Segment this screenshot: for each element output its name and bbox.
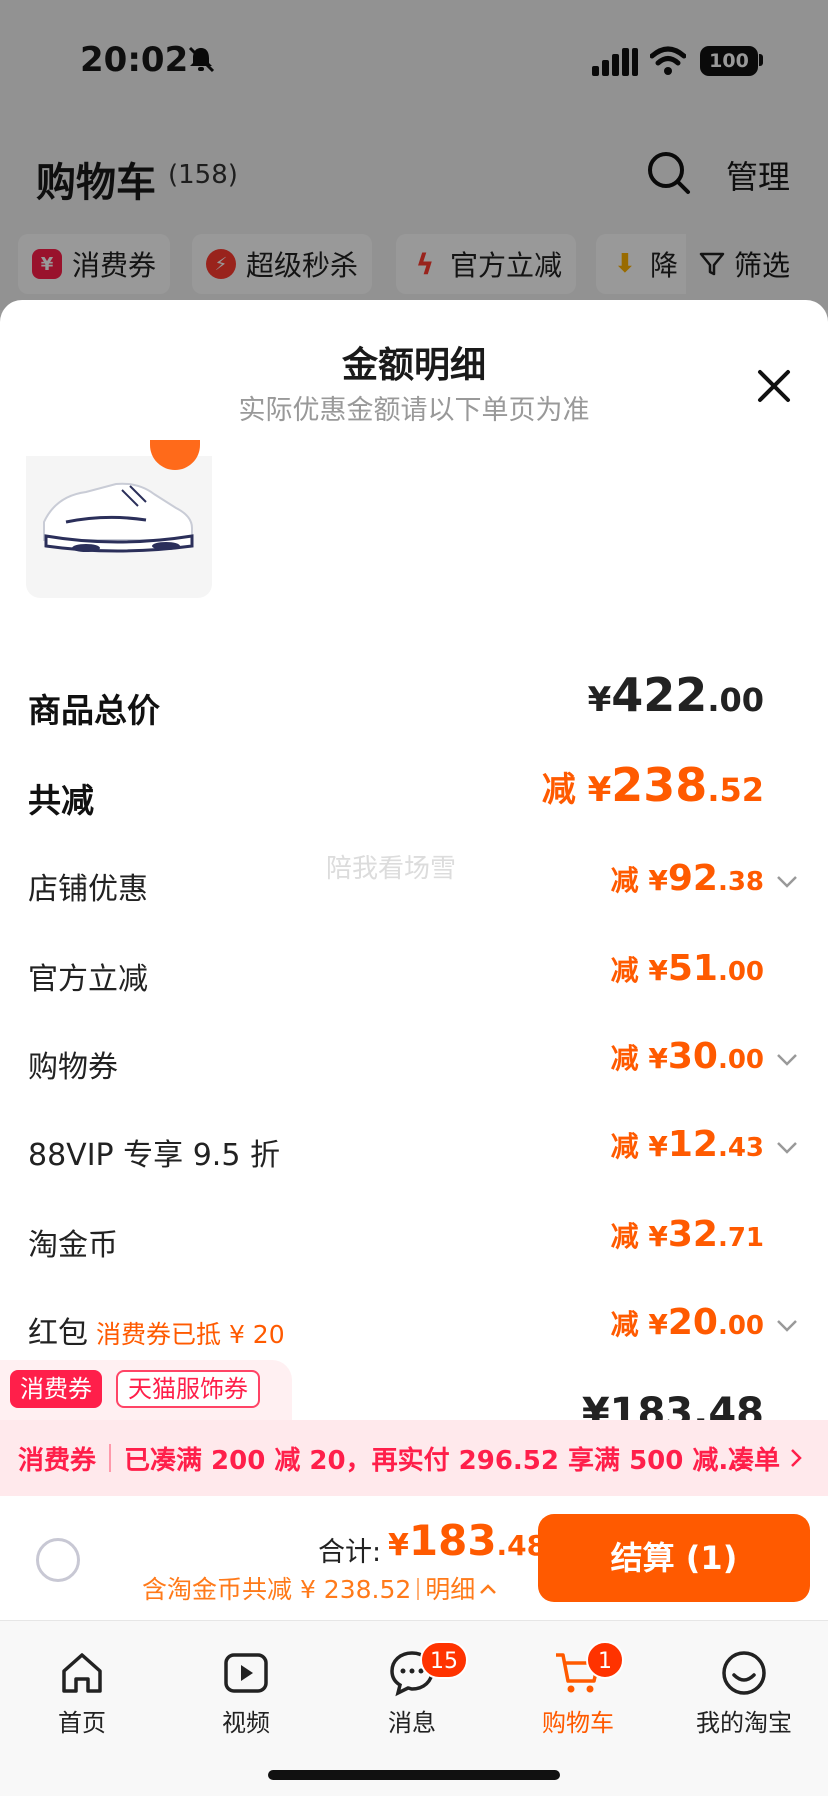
currency: 减 ¥ — [610, 1130, 668, 1163]
home-indicator — [268, 1770, 560, 1780]
promo-bar[interactable]: 消费券 已凑满 200 减 20，再实付 296.52 享满 500 减... … — [0, 1420, 828, 1496]
tab-home[interactable]: 首页 — [22, 1633, 142, 1743]
chevron-right-icon — [791, 1449, 802, 1467]
sum-label: 合计: — [318, 1537, 382, 1568]
amount-int: 32 — [667, 1214, 718, 1255]
amount-int: 238 — [611, 758, 708, 812]
amount-int: 12 — [667, 1124, 718, 1165]
row-red-packet[interactable]: 红包 消费券已抵 ¥ 20 减 ¥20.00 — [28, 1298, 800, 1358]
promo-divider — [109, 1444, 111, 1472]
row-value: 减 ¥20.00 — [611, 1302, 764, 1343]
tab-label: 购物车 — [542, 1709, 614, 1737]
currency: ¥ — [587, 680, 612, 720]
row-total-saving: 共减 减 ¥238.52 — [28, 758, 800, 824]
tab-video[interactable]: 视频 — [186, 1633, 306, 1743]
amount-detail-sheet: 金额明细 实际优惠金额请以下单页为准 陪我看场雪 商品总价 ¥422.00 共减… — [0, 300, 828, 1496]
detail-toggle[interactable]: 明细 — [425, 1575, 475, 1604]
amount-dec: .38 — [717, 867, 764, 897]
amount-dec: .71 — [717, 1223, 764, 1253]
profile-icon — [722, 1651, 766, 1695]
row-note: 消费券已抵 ¥ 20 — [96, 1320, 285, 1349]
currency: 减 ¥ — [610, 954, 668, 987]
currency: 减 ¥ — [610, 864, 668, 897]
amount-dec: .00 — [717, 957, 764, 987]
home-icon — [62, 1653, 102, 1693]
row-goods-total: 商品总价 ¥422.00 — [28, 668, 800, 734]
sum-value: ¥183.48 — [388, 1516, 546, 1565]
chevron-down-icon[interactable] — [774, 1046, 800, 1072]
amount-dec: .52 — [707, 771, 764, 809]
checkout-button[interactable]: 结算 (1) — [538, 1514, 810, 1602]
add-items-link[interactable]: 凑单 — [728, 1440, 780, 1477]
total-saving-value: 减 ¥238.52 — [542, 758, 764, 812]
amount-dec: .00 — [717, 1045, 764, 1075]
row-label: 淘金币 — [28, 1228, 118, 1263]
video-icon — [224, 1653, 268, 1693]
amount-int: 30 — [667, 1036, 718, 1077]
tab-label: 首页 — [58, 1709, 106, 1737]
currency: 减 ¥ — [610, 1308, 668, 1341]
amount-int: 51 — [667, 948, 718, 989]
tab-cart[interactable]: 购物车 1 — [518, 1633, 638, 1743]
amount-int: 92 — [667, 858, 718, 899]
amount-dec: .43 — [717, 1133, 764, 1163]
coupon-tags: 消费券 天猫服饰券 — [0, 1360, 292, 1422]
chevron-down-icon[interactable] — [774, 1312, 800, 1338]
chevron-down-icon[interactable] — [774, 868, 800, 894]
sneaker-image — [43, 482, 194, 553]
currency: 减 ¥ — [541, 770, 612, 810]
divider — [417, 1578, 420, 1600]
sheet-title: 金额明细 — [341, 345, 486, 386]
amount-int: 422 — [611, 668, 708, 722]
checkout-bar: 合计: ¥183.48 含淘金币共减 ¥ 238.52 明细 结算 (1) — [0, 1496, 828, 1620]
tab-my-taobao[interactable]: 我的淘宝 — [684, 1633, 804, 1743]
row-label: 共减 — [28, 781, 94, 820]
amount-dec: .00 — [707, 681, 764, 719]
cart-badge: 1 — [586, 1641, 624, 1679]
row-value: 减 ¥12.43 — [611, 1124, 764, 1165]
saving-summary: 含淘金币共减 ¥ 238.52 — [142, 1575, 412, 1604]
row-taojinbi: 淘金币 减 ¥32.71 — [28, 1210, 800, 1270]
goods-total-value: ¥422.00 — [588, 668, 764, 722]
row-label-wrap: 红包 消费券已抵 ¥ 20 — [28, 1308, 285, 1352]
row-label: 店铺优惠 — [28, 872, 148, 907]
amount-int: 20 — [667, 1302, 718, 1343]
amount-int: 183 — [408, 1516, 497, 1565]
sum-subtext: 含淘金币共减 ¥ 238.52 明细 — [142, 1570, 497, 1606]
chevron-down-icon[interactable] — [774, 1134, 800, 1160]
row-value: 减 ¥92.38 — [611, 858, 764, 899]
coupon-tag-tmall-apparel[interactable]: 天猫服饰券 — [116, 1370, 260, 1408]
product-thumbnail[interactable] — [26, 456, 212, 598]
chevron-up-icon[interactable] — [479, 1582, 497, 1596]
select-all-checkbox[interactable] — [36, 1538, 80, 1582]
currency: 减 ¥ — [610, 1042, 668, 1075]
coupon-tag-consumer[interactable]: 消费券 — [10, 1370, 102, 1408]
row-label: 88VIP 专享 9.5 折 — [28, 1138, 280, 1173]
row-store-discount[interactable]: 店铺优惠 减 ¥92.38 — [28, 854, 800, 914]
row-label: 购物券 — [28, 1050, 118, 1085]
tab-label: 消息 — [388, 1709, 436, 1737]
row-value: 减 ¥51.00 — [611, 948, 764, 989]
promo-text: 已凑满 200 减 20，再实付 296.52 享满 500 减... — [124, 1446, 749, 1476]
row-label: 商品总价 — [28, 691, 160, 730]
close-icon[interactable] — [754, 366, 794, 406]
tab-messages[interactable]: 消息 15 — [352, 1633, 472, 1743]
amount-dec: .00 — [717, 1311, 764, 1341]
row-shopping-voucher[interactable]: 购物券 减 ¥30.00 — [28, 1032, 800, 1092]
promo-tag: 消费券 — [18, 1446, 97, 1476]
row-value: 减 ¥30.00 — [611, 1036, 764, 1077]
row-label: 官方立减 — [28, 962, 148, 997]
row-88vip-discount[interactable]: 88VIP 专享 9.5 折 减 ¥12.43 — [28, 1120, 800, 1180]
tab-label: 我的淘宝 — [696, 1709, 792, 1737]
sheet-subtitle: 实际优惠金额请以下单页为准 — [238, 395, 590, 426]
row-official-discount: 官方立减 减 ¥51.00 — [28, 944, 800, 1004]
row-label: 红包 — [28, 1316, 88, 1351]
row-value: 减 ¥32.71 — [611, 1214, 764, 1255]
tab-label: 视频 — [222, 1709, 270, 1737]
currency: 减 ¥ — [610, 1220, 668, 1253]
currency: ¥ — [388, 1528, 409, 1563]
notification-badge: 15 — [420, 1641, 468, 1679]
